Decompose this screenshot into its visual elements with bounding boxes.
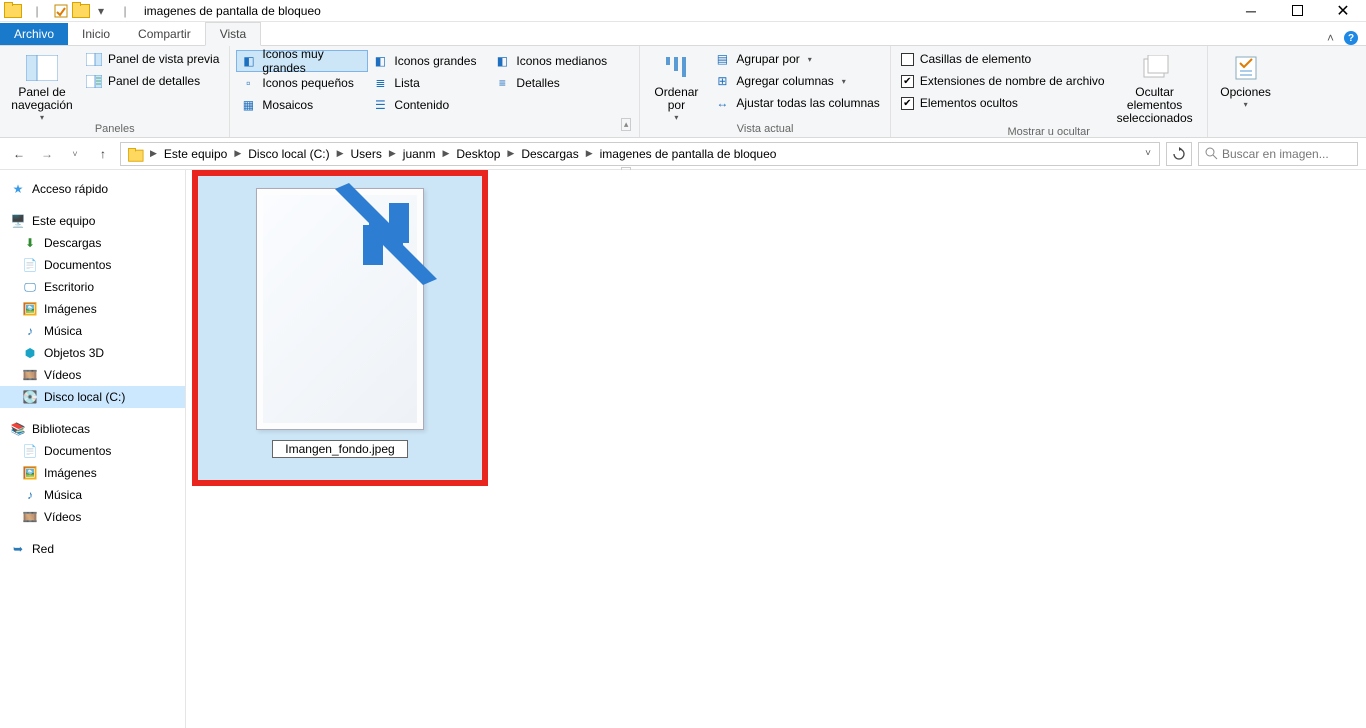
qat-dropdown-icon[interactable]: ▾	[92, 2, 110, 20]
breadcrumb-seg[interactable]: Desktop	[452, 147, 504, 161]
current-view-group-label: Vista actual	[646, 123, 883, 137]
address-bar: ← → ˅ ↑ ▶ Este equipo▶ Disco local (C:)▶…	[0, 138, 1366, 170]
details-pane-button[interactable]: Panel de detalles	[82, 70, 223, 92]
small-icons-button[interactable]: ▫Iconos pequeños	[236, 72, 368, 94]
fit-columns-button[interactable]: ↔Ajustar todas las columnas	[710, 92, 883, 114]
chevron-down-icon: ▾	[674, 114, 678, 123]
maximize-button[interactable]	[1274, 0, 1320, 22]
sidebar-objects3d[interactable]: ⬢Objetos 3D	[0, 342, 185, 364]
ribbon-group-current-view: Ordenar por ▾ ▤Agrupar por▾ ⊞Agregar col…	[640, 46, 890, 137]
file-name-editor[interactable]: Imangen_fondo.jpeg	[272, 440, 407, 458]
breadcrumb-seg[interactable]: Descargas	[517, 147, 582, 161]
sidebar-pictures[interactable]: 🖼️Imágenes	[0, 298, 185, 320]
sidebar-music[interactable]: ♪Música	[0, 320, 185, 342]
help-icon[interactable]: ?	[1344, 31, 1358, 45]
hidden-items-toggle[interactable]: ✔Elementos ocultos	[897, 92, 1109, 114]
panels-group-label: Paneles	[6, 123, 223, 137]
breadcrumb-seg[interactable]: Este equipo	[160, 147, 231, 161]
annotation-underline	[216, 480, 464, 484]
sidebar-lib-documents[interactable]: 📄Documentos	[0, 440, 185, 462]
tab-file[interactable]: Archivo	[0, 23, 68, 45]
ribbon: Panel de navegación ▾ Panel de vista pre…	[0, 46, 1366, 138]
close-button[interactable]: ✕	[1320, 0, 1366, 22]
large-icons-button[interactable]: ◧Iconos grandes	[368, 50, 490, 72]
ribbon-group-options: Opciones ▾	[1208, 46, 1284, 137]
title-bar: | ▾ | imagenes de pantalla de bloqueo ─ …	[0, 0, 1366, 22]
sidebar-local-disk[interactable]: 💽Disco local (C:)	[0, 386, 185, 408]
details-button[interactable]: ≡Detalles	[490, 72, 622, 94]
qat-separator: |	[28, 2, 46, 20]
breadcrumb-seg[interactable]: imagenes de pantalla de bloqueo	[596, 147, 781, 161]
qat-folder-icon[interactable]	[72, 2, 90, 20]
file-list-pane[interactable]: Imangen_fondo.jpeg	[186, 170, 1366, 728]
search-input[interactable]: Buscar en imagen...	[1198, 142, 1358, 166]
qat-properties-icon[interactable]	[52, 2, 70, 20]
nav-panel-label: Panel de navegación	[6, 86, 78, 112]
item-checkboxes-toggle[interactable]: Casillas de elemento	[897, 48, 1109, 70]
sidebar-quick-access[interactable]: ★Acceso rápido	[0, 178, 185, 200]
preview-pane-label: Panel de vista previa	[108, 52, 219, 66]
file-extensions-toggle[interactable]: ✔Extensiones de nombre de archivo	[897, 70, 1109, 92]
up-button[interactable]: ↑	[92, 143, 114, 165]
tab-share[interactable]: Compartir	[124, 23, 205, 45]
content-button[interactable]: ☰Contenido	[368, 94, 490, 116]
sidebar-this-pc[interactable]: 🖥️Este equipo	[0, 210, 185, 232]
sidebar-documents[interactable]: 📄Documentos	[0, 254, 185, 276]
breadcrumb-seg[interactable]: juanm	[399, 147, 440, 161]
sidebar-libraries[interactable]: 📚Bibliotecas	[0, 418, 185, 440]
search-placeholder: Buscar en imagen...	[1222, 147, 1329, 161]
medium-icons-button[interactable]: ◧Iconos medianos	[490, 50, 622, 72]
sidebar-lib-music[interactable]: ♪Música	[0, 484, 185, 506]
ribbon-group-panels: Panel de navegación ▾ Panel de vista pre…	[0, 46, 230, 137]
chevron-right-icon[interactable]: ▶	[147, 148, 160, 159]
sidebar-videos[interactable]: 🎞️Vídeos	[0, 364, 185, 386]
preview-pane-button[interactable]: Panel de vista previa	[82, 48, 223, 70]
list-button[interactable]: ≣Lista	[368, 72, 490, 94]
sidebar-lib-videos[interactable]: 🎞️Vídeos	[0, 506, 185, 528]
breadcrumb-seg[interactable]: Disco local (C:)	[244, 147, 333, 161]
file-item-highlight: Imangen_fondo.jpeg	[192, 170, 488, 486]
show-hide-group-label: Mostrar u ocultar	[897, 126, 1201, 140]
folder-icon	[128, 148, 142, 160]
sidebar-desktop[interactable]: 🖵Escritorio	[0, 276, 185, 298]
add-columns-button[interactable]: ⊞Agregar columnas▾	[710, 70, 883, 92]
breadcrumb-seg[interactable]: Users	[347, 147, 386, 161]
ribbon-collapse-icon[interactable]: ˄	[1327, 31, 1334, 45]
recent-locations-button[interactable]: ˅	[64, 143, 86, 165]
hide-selected-button[interactable]: Ocultar elementos seleccionados	[1109, 48, 1201, 126]
ribbon-tabs: Archivo Inicio Compartir Vista ˄ ?	[0, 22, 1366, 46]
navigation-sidebar: ★Acceso rápido 🖥️Este equipo ⬇Descargas …	[0, 170, 186, 728]
file-name-label: Imangen_fondo.jpeg	[285, 442, 394, 456]
search-icon	[1205, 147, 1218, 160]
file-thumbnail[interactable]	[256, 188, 424, 430]
qat-new-folder-icon[interactable]	[4, 2, 22, 20]
navigation-pane-button[interactable]: Panel de navegación ▾	[6, 48, 78, 123]
forward-button[interactable]: →	[36, 143, 58, 165]
options-button[interactable]: Opciones ▾	[1214, 48, 1278, 110]
sidebar-downloads[interactable]: ⬇Descargas	[0, 232, 185, 254]
chevron-down-icon: ▾	[1244, 101, 1248, 110]
sidebar-network[interactable]: ➥Red	[0, 538, 185, 560]
layout-scroll-up-icon[interactable]: ▴	[621, 118, 632, 131]
sidebar-lib-pictures[interactable]: 🖼️Imágenes	[0, 462, 185, 484]
window-title: imagenes de pantalla de bloqueo	[144, 4, 321, 18]
tab-home[interactable]: Inicio	[68, 23, 124, 45]
details-pane-label: Panel de detalles	[108, 74, 200, 88]
chevron-down-icon: ▾	[40, 114, 44, 123]
ribbon-group-layout: ◧Iconos muy grandes ◧Iconos grandes ◧Ico…	[230, 46, 640, 137]
compress-arrows-icon	[331, 179, 441, 289]
minimize-button[interactable]: ─	[1228, 0, 1274, 22]
tab-view[interactable]: Vista	[205, 22, 261, 46]
back-button[interactable]: ←	[8, 143, 30, 165]
breadcrumb[interactable]: ▶ Este equipo▶ Disco local (C:)▶ Users▶ …	[120, 142, 1160, 166]
very-large-icons-button[interactable]: ◧Iconos muy grandes	[236, 50, 368, 72]
ribbon-group-show-hide: Casillas de elemento ✔Extensiones de nom…	[891, 46, 1208, 137]
qat-separator2: |	[116, 2, 134, 20]
breadcrumb-dropdown-icon[interactable]: ˅	[1139, 148, 1157, 159]
refresh-button[interactable]	[1166, 142, 1192, 166]
tiles-button[interactable]: ▦Mosaicos	[236, 94, 368, 116]
group-by-button[interactable]: ▤Agrupar por▾	[710, 48, 883, 70]
sort-by-button[interactable]: Ordenar por ▾	[646, 48, 706, 123]
